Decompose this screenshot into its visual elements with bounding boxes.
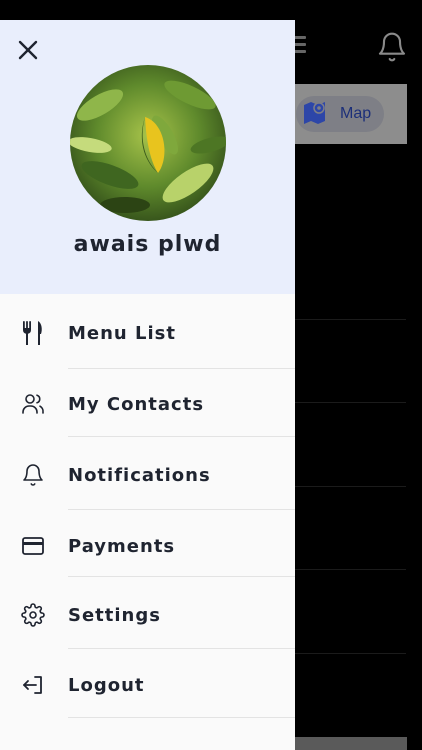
menu-divider [68,576,295,577]
list-divider [295,486,406,487]
menu-item-label: Notifications [68,464,211,486]
credit-card-icon [20,533,46,559]
map-button: Map [296,96,384,132]
menu-divider [68,368,295,369]
list-divider [295,402,406,403]
menu-divider [68,509,295,510]
menu-item-label: Menu List [68,322,176,344]
bottom-bar [295,737,407,750]
list-divider [295,569,406,570]
menu-item-label: Payments [68,535,176,557]
menu-item-payments[interactable]: Payments [0,512,295,580]
username: awais plwd [73,232,222,257]
navigation-drawer: awais plwd Menu List My Contacts Notific… [0,20,295,750]
menu-item-label: Settings [68,604,161,626]
bell-icon [20,462,46,488]
close-icon [17,39,39,65]
map-icon [302,99,332,129]
list-divider [295,319,406,320]
menu-item-my-contacts[interactable]: My Contacts [0,370,295,438]
menu-item-label: My Contacts [68,393,205,415]
avatar[interactable] [70,65,226,221]
drawer-header: awais plwd [0,20,295,294]
contacts-icon [20,391,46,417]
menu-item-notifications[interactable]: Notifications [0,441,295,509]
close-button[interactable] [14,38,42,66]
fork-knife-icon [20,320,46,346]
menu-divider [68,648,295,649]
logout-icon [20,672,46,698]
header-bell-icon [376,30,408,64]
list-divider [295,653,406,654]
menu-item-settings[interactable]: Settings [0,581,295,649]
menu-divider [68,436,295,437]
menu-item-logout[interactable]: Logout [0,651,295,719]
menu-divider [68,717,295,718]
menu-item-label: Logout [68,674,145,696]
map-button-label: Map [340,105,372,122]
menu-item-menu-list[interactable]: Menu List [0,299,295,367]
gear-icon [20,602,46,628]
